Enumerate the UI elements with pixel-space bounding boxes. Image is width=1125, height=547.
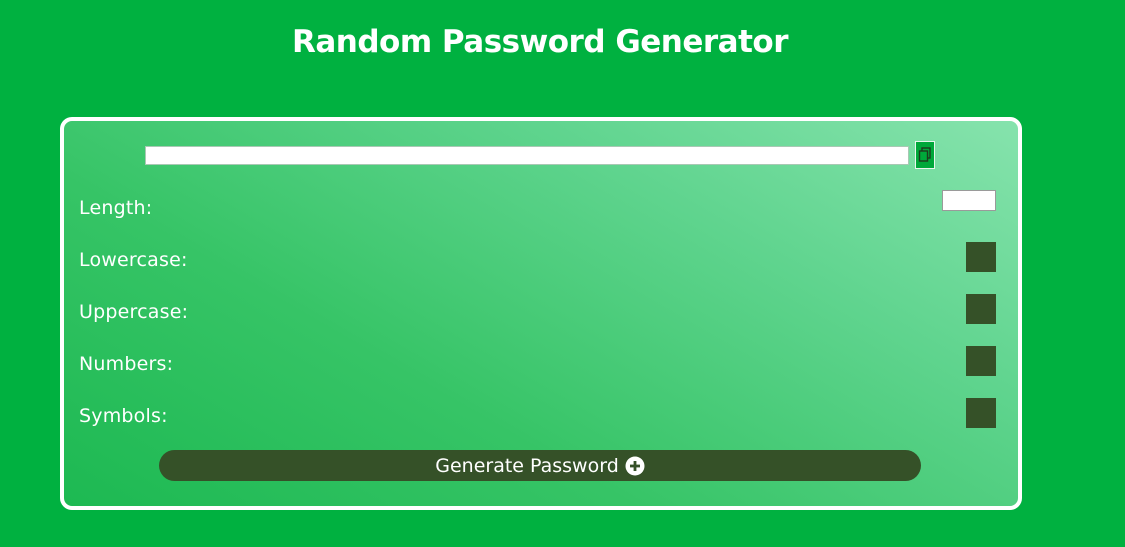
numbers-checkbox[interactable]	[966, 346, 996, 376]
uppercase-label: Uppercase:	[79, 301, 189, 323]
generate-button-label: Generate Password	[435, 454, 619, 477]
plus-circle-icon	[625, 456, 645, 475]
numbers-label: Numbers:	[79, 353, 174, 375]
lowercase-checkbox[interactable]	[966, 242, 996, 272]
password-output-field[interactable]	[145, 146, 909, 165]
uppercase-checkbox[interactable]	[966, 294, 996, 324]
length-label: Length:	[79, 197, 153, 219]
clipboard-icon	[918, 147, 931, 162]
lowercase-label: Lowercase:	[79, 249, 188, 271]
copy-button[interactable]	[915, 141, 935, 169]
symbols-label: Symbols:	[79, 405, 168, 427]
generate-password-button[interactable]: Generate Password	[159, 450, 921, 481]
page-title: Random Password Generator	[291, 24, 789, 60]
length-input[interactable]	[942, 190, 996, 211]
generator-card: Length: Lowercase: Uppercase: Numbers: S…	[60, 117, 1022, 510]
symbols-checkbox[interactable]	[966, 398, 996, 428]
